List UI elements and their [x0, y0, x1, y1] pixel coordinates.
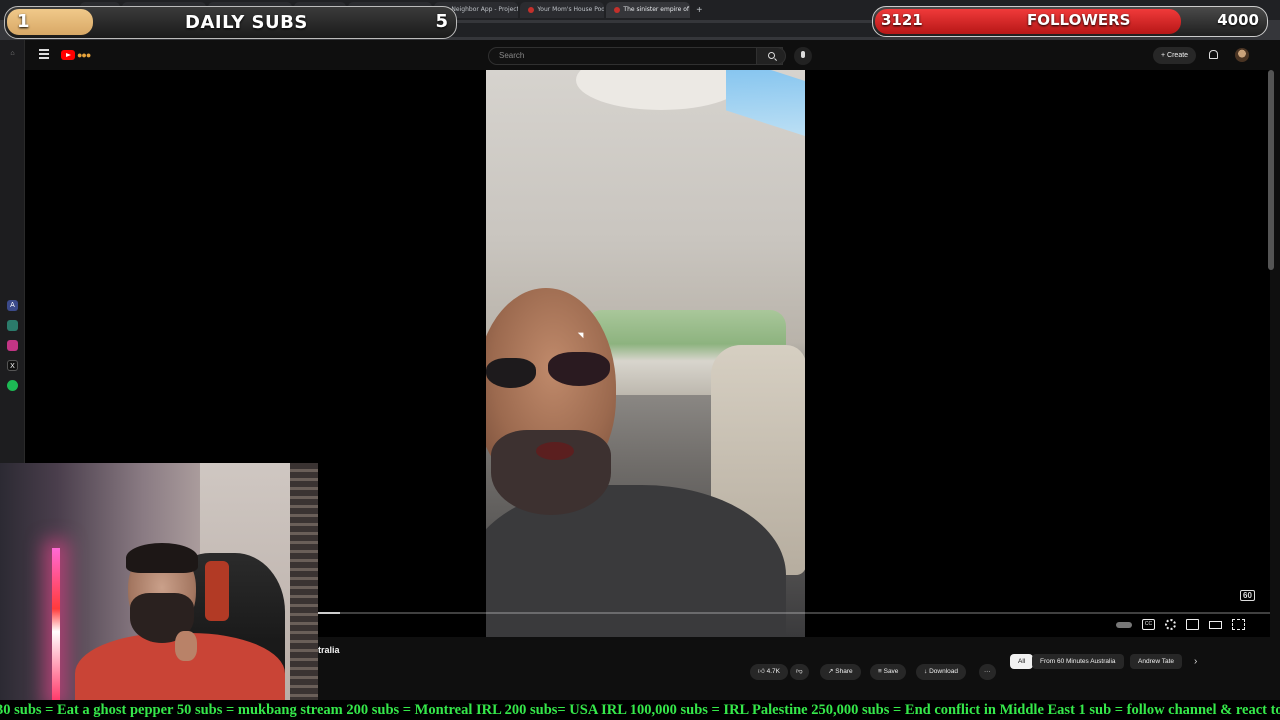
gaming-chair-accent [205, 561, 229, 621]
browser-tab[interactable]: Your Mom's House Podca… [520, 2, 605, 18]
streamer-webcam [0, 463, 318, 700]
spotify-icon[interactable] [7, 380, 18, 391]
theater-mode-icon[interactable] [1209, 621, 1222, 629]
search-input[interactable]: Search [488, 47, 783, 65]
create-button[interactable]: + Create [1153, 47, 1197, 64]
like-button[interactable]: 👍︎ 4.7K [750, 664, 788, 680]
youtube-doodle-icon: ●●● [77, 50, 91, 60]
youtube-topbar: ●●● Search + Create [25, 40, 1270, 70]
daily-subs-goal: 5 [435, 11, 448, 32]
video-progress-fill [318, 612, 340, 614]
voice-search-icon[interactable] [794, 47, 812, 65]
goals-ticker: 30 subs = Eat a ghost pepper 50 subs = m… [0, 700, 1280, 720]
fullscreen-icon[interactable] [1232, 619, 1245, 630]
avatar[interactable] [1235, 48, 1249, 62]
chip-channel[interactable]: From 60 Minutes Australia [1032, 654, 1124, 669]
followers-label: FOLLOWERS [1027, 11, 1131, 29]
more-actions-button[interactable]: ··· [979, 664, 996, 680]
instagram-icon[interactable] [7, 340, 18, 351]
player-controls: CC [1116, 619, 1245, 630]
search-icon [768, 52, 775, 59]
followers-current: 3121 [881, 11, 923, 29]
car-sunroof [726, 70, 805, 140]
webcam-shelf [290, 463, 318, 700]
tab-favicon-icon [528, 7, 535, 13]
person-mouth [536, 442, 574, 460]
captions-icon[interactable]: CC [1142, 619, 1155, 630]
browser-sidebar: ⌂ A X [0, 40, 25, 465]
tab-favicon-icon [614, 7, 621, 13]
autoplay-toggle[interactable] [1116, 622, 1132, 628]
followers-goal-bar: 3121 FOLLOWERS 4000 [872, 6, 1268, 37]
miniplayer-icon[interactable] [1186, 619, 1199, 630]
pin-icon[interactable]: ⌂ [7, 48, 18, 59]
chip-topic[interactable]: Andrew Tate [1130, 654, 1183, 669]
video-progress-bar[interactable] [318, 612, 1270, 614]
dislike-button[interactable]: 👎︎ [790, 664, 809, 680]
followers-goal: 4000 [1217, 11, 1259, 29]
video-title: tralia [318, 645, 340, 655]
search-button[interactable] [756, 47, 786, 65]
settings-gear-icon[interactable] [1165, 619, 1176, 630]
chevron-right-icon[interactable]: › [1194, 656, 1197, 667]
ticker-text: 30 subs = Eat a ghost pepper 50 subs = m… [0, 702, 1280, 718]
notifications-bell-icon[interactable] [1209, 50, 1218, 59]
streamer-hair [126, 543, 198, 573]
quality-badge: 60 [1240, 590, 1255, 601]
page-scrollbar[interactable] [1268, 70, 1274, 270]
app-store-icon[interactable]: A [7, 300, 18, 311]
browser-tab-active[interactable]: The sinister empire of An… [606, 2, 691, 18]
youtube-logo-icon[interactable] [61, 50, 75, 60]
daily-subs-label: DAILY SUBS [185, 12, 308, 33]
video-frame[interactable] [486, 70, 805, 637]
chip-all[interactable]: All [1010, 654, 1034, 669]
new-tab-button[interactable]: + [696, 5, 702, 16]
whatsapp-icon[interactable] [7, 320, 18, 331]
sunglasses [486, 350, 616, 390]
x-twitter-icon[interactable]: X [7, 360, 18, 371]
daily-subs-current: 1 [17, 11, 30, 32]
menu-icon[interactable] [39, 49, 49, 59]
car-roof [576, 70, 746, 110]
daily-subs-goal-bar: 1 DAILY SUBS 5 [4, 6, 457, 39]
led-lamp [52, 548, 60, 700]
screen: ewar Andrew Tate vs Bowie… » Lampa Lampa… [0, 0, 1280, 720]
streamer-hand [175, 631, 197, 661]
save-button[interactable]: ≡ Save [870, 664, 907, 680]
share-button[interactable]: ↗ Share [820, 664, 861, 680]
download-button[interactable]: ↓ Download [916, 664, 966, 680]
